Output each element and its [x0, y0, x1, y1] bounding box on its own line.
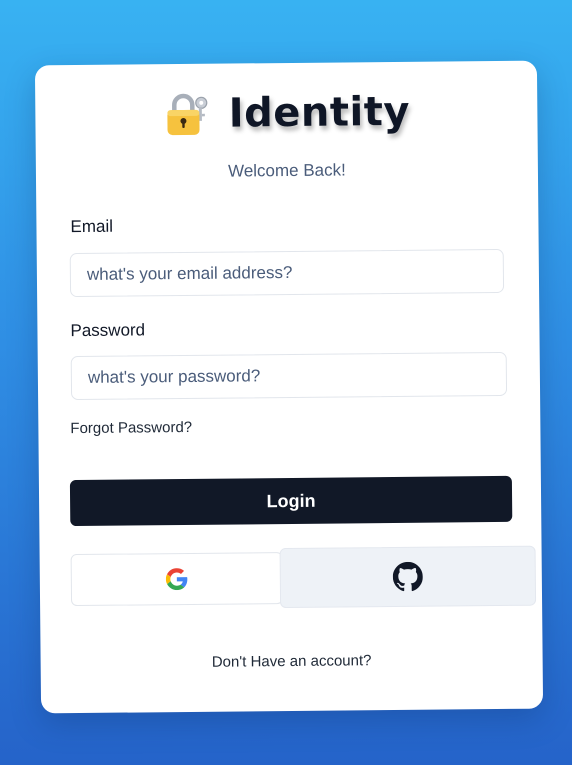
email-field[interactable]: [69, 248, 505, 298]
github-login-button[interactable]: [279, 545, 537, 609]
brand-header: Identity: [35, 87, 537, 140]
app-title: Identity: [228, 88, 411, 137]
login-button[interactable]: Login: [69, 475, 513, 527]
signup-link[interactable]: Don't Have an account?: [41, 651, 543, 673]
lock-with-key-icon: [167, 93, 208, 136]
email-label: Email: [70, 216, 114, 237]
github-icon: [392, 561, 423, 592]
welcome-subtitle: Welcome Back!: [227, 160, 346, 181]
forgot-password-link[interactable]: Forgot Password?: [70, 419, 192, 437]
password-label: Password: [70, 320, 146, 341]
login-card: Identity Welcome Back! Email Password Fo…: [34, 60, 544, 714]
password-field[interactable]: [70, 351, 508, 401]
google-login-button[interactable]: [70, 552, 284, 607]
google-icon: [165, 568, 188, 591]
